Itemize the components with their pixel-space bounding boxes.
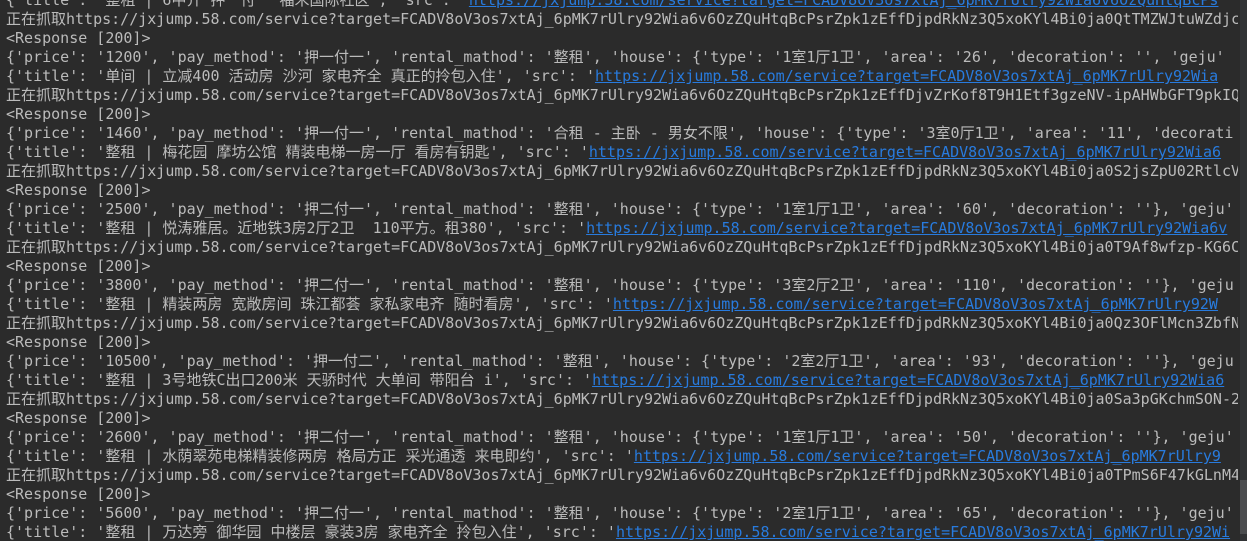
vertical-scrollbar[interactable]: [1240, 0, 1247, 541]
line-text: {'price': '2500', 'pay_method': '押二付一', …: [6, 200, 1234, 218]
line-text: 正在抓取https://jxjump.58.com/service?target…: [6, 238, 1238, 256]
record-line: {'title': '整租 | 梅花园 摩坊公馆 精装电梯一房一厅 看房有钥匙'…: [6, 143, 1238, 162]
log-line: <Response [200]>: [6, 333, 1238, 352]
line-text: {'title': '整租 | 6中介 押一付一 福禾国际社区', 'src':…: [6, 0, 469, 9]
log-line: 正在抓取https://jxjump.58.com/service?target…: [6, 466, 1238, 485]
url-link[interactable]: https://jxjump.58.com/service?target=FCA…: [616, 523, 1230, 541]
line-text: <Response [200]>: [6, 257, 151, 275]
line-text: {'title': '整租 | 精装两房 宽敞房间 珠江都荟 家私家电齐 随时看…: [6, 295, 613, 313]
record-line: {'title': '整租 | 6中介 押一付一 福禾国际社区', 'src':…: [6, 0, 1238, 10]
log-line: <Response [200]>: [6, 105, 1238, 124]
log-line: {'price': '5600', 'pay_method': '押二付一', …: [6, 504, 1238, 523]
line-text: {'title': '整租 | 万达旁 御华园 中楼层 豪装3房 家电齐全 拎包…: [6, 523, 616, 541]
line-text: {'price': '5600', 'pay_method': '押二付一', …: [6, 504, 1234, 522]
record-line: {'title': '单间 | 立减400 活动房 沙河 家电齐全 真正的拎包入…: [6, 67, 1238, 86]
url-link[interactable]: https://jxjump.58.com/service?target=FCA…: [586, 219, 1227, 237]
record-line: {'title': '整租 | 万达旁 御华园 中楼层 豪装3房 家电齐全 拎包…: [6, 523, 1238, 541]
line-text: <Response [200]>: [6, 333, 151, 351]
console-output: {'title': '整租 | 6中介 押一付一 福禾国际社区', 'src':…: [0, 0, 1240, 541]
log-line: 正在抓取https://jxjump.58.com/service?target…: [6, 238, 1238, 257]
log-line: 正在抓取https://jxjump.58.com/service?target…: [6, 390, 1238, 409]
log-line: 正在抓取https://jxjump.58.com/service?target…: [6, 314, 1238, 333]
line-text: {'title': '整租 | 悦涛雅居。近地铁3房2厅2卫 110平方。租38…: [6, 219, 587, 237]
line-text: {'price': '1460', 'pay_method': '押一付一', …: [6, 124, 1234, 142]
url-link[interactable]: https://jxjump.58.com/service?target=FCA…: [595, 67, 1218, 85]
log-line: 正在抓取https://jxjump.58.com/service?target…: [6, 86, 1238, 105]
line-text: {'price': '1200', 'pay_method': '押一付一', …: [6, 48, 1225, 66]
line-text: {'price': '3800', 'pay_method': '押二付一', …: [6, 276, 1234, 294]
line-text: {'title': '整租 | 3号地铁C出口200米 天骄时代 大单间 带阳台…: [6, 371, 593, 389]
log-line: {'price': '2500', 'pay_method': '押二付一', …: [6, 200, 1238, 219]
line-text: {'title': '整租 | 梅花园 摩坊公馆 精装电梯一房一厅 看房有钥匙'…: [6, 143, 589, 161]
log-line: {'price': '2600', 'pay_method': '押二付一', …: [6, 428, 1238, 447]
scrollbar-thumb[interactable]: [1240, 480, 1247, 534]
log-line: {'price': '3800', 'pay_method': '押二付一', …: [6, 276, 1238, 295]
log-line: {'price': '10500', 'pay_method': '押一付二',…: [6, 352, 1238, 371]
url-link[interactable]: https://jxjump.58.com/service?target=FCA…: [589, 143, 1221, 161]
log-line: <Response [200]>: [6, 409, 1238, 428]
line-text: 正在抓取https://jxjump.58.com/service?target…: [6, 10, 1238, 28]
record-line: {'title': '整租 | 精装两房 宽敞房间 珠江都荟 家私家电齐 随时看…: [6, 295, 1238, 314]
log-line: {'price': '1200', 'pay_method': '押一付一', …: [6, 48, 1238, 67]
log-line: <Response [200]>: [6, 257, 1238, 276]
line-text: {'price': '2600', 'pay_method': '押二付一', …: [6, 428, 1234, 446]
line-text: 正在抓取https://jxjump.58.com/service?target…: [6, 466, 1238, 484]
record-line: {'title': '整租 | 3号地铁C出口200米 天骄时代 大单间 带阳台…: [6, 371, 1238, 390]
url-link[interactable]: https://jxjump.58.com/service?target=FCA…: [469, 0, 1219, 9]
line-text: {'price': '10500', 'pay_method': '押一付二',…: [6, 352, 1234, 370]
line-text: 正在抓取https://jxjump.58.com/service?target…: [6, 314, 1238, 332]
log-line: {'price': '1460', 'pay_method': '押一付一', …: [6, 124, 1238, 143]
record-line: {'title': '整租 | 水荫翠苑电梯精装修两房 格局方正 采光通透 来电…: [6, 447, 1238, 466]
line-text: 正在抓取https://jxjump.58.com/service?target…: [6, 390, 1238, 408]
log-line: 正在抓取https://jxjump.58.com/service?target…: [6, 162, 1238, 181]
log-line: <Response [200]>: [6, 485, 1238, 504]
line-text: 正在抓取https://jxjump.58.com/service?target…: [6, 162, 1238, 180]
url-link[interactable]: https://jxjump.58.com/service?target=FCA…: [634, 447, 1221, 465]
line-text: <Response [200]>: [6, 29, 151, 47]
line-text: <Response [200]>: [6, 485, 151, 503]
line-text: 正在抓取https://jxjump.58.com/service?target…: [6, 86, 1238, 104]
line-text: <Response [200]>: [6, 181, 151, 199]
log-line: 正在抓取https://jxjump.58.com/service?target…: [6, 10, 1238, 29]
record-line: {'title': '整租 | 悦涛雅居。近地铁3房2厅2卫 110平方。租38…: [6, 219, 1238, 238]
line-text: <Response [200]>: [6, 409, 151, 427]
line-text: {'title': '单间 | 立减400 活动房 沙河 家电齐全 真正的拎包入…: [6, 67, 595, 85]
url-link[interactable]: https://jxjump.58.com/service?target=FCA…: [592, 371, 1224, 389]
log-line: <Response [200]>: [6, 29, 1238, 48]
line-text: {'title': '整租 | 水荫翠苑电梯精装修两房 格局方正 采光通透 来电…: [6, 447, 634, 465]
log-line: <Response [200]>: [6, 181, 1238, 200]
url-link[interactable]: https://jxjump.58.com/service?target=FCA…: [613, 295, 1218, 313]
line-text: <Response [200]>: [6, 105, 151, 123]
